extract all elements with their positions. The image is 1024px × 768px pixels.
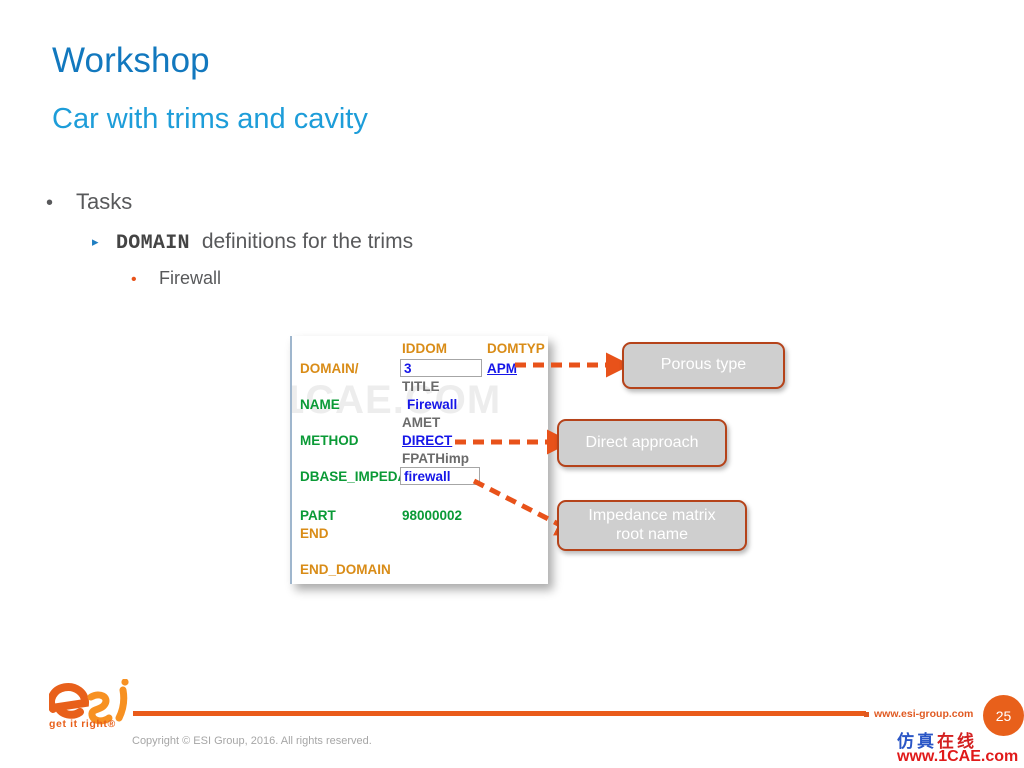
code-label-method: METHOD	[300, 433, 359, 448]
bullet-level3-firewall: • Firewall	[131, 268, 221, 289]
callout-direct-approach-label: Direct approach	[585, 433, 699, 451]
bullet-level2-label: definitions for the trims	[201, 230, 414, 253]
callout-porous-type-label: Porous type	[660, 356, 747, 374]
code-label-end: END	[300, 526, 329, 541]
callout-porous-type: Porous type	[622, 342, 785, 389]
iddom-input-value: 3	[404, 361, 412, 376]
iddom-input[interactable]: 3	[400, 359, 482, 377]
code-header-domtyp: DOMTYP	[487, 341, 545, 356]
method-link-direct[interactable]: DIRECT	[402, 433, 452, 448]
code-header-iddom: IDDOM	[402, 341, 447, 356]
code-value-name: Firewall	[407, 397, 458, 412]
callout-impedance-line2: root name	[615, 525, 689, 543]
esi-website-link[interactable]: www.esi-group.com	[874, 708, 973, 720]
slide-canvas: Workshop Car with trims and cavity • Task…	[0, 0, 1024, 768]
page-subtitle: Car with trims and cavity	[52, 103, 368, 135]
bullet-level2-code: DOMAIN	[116, 232, 190, 255]
bullet-dot-orange-icon: •	[131, 271, 137, 288]
fpathimp-input-value: firewall	[404, 469, 451, 484]
fpathimp-input[interactable]: firewall	[400, 467, 480, 485]
code-label-domain: DOMAIN/	[300, 361, 359, 376]
code-header-fpathimp: FPATHimp	[402, 451, 469, 466]
copyright-text: Copyright © ESI Group, 2016. All rights …	[132, 735, 372, 747]
watermark-url: www.1CAE.com	[897, 748, 1019, 765]
domain-definition-panel: 1CAE.COM IDDOM DOMTYP DOMAIN/ 3 APM TITL…	[290, 336, 548, 584]
bullet-level2-domain: ▸ DOMAIN definitions for the trims	[92, 230, 413, 255]
page-title: Workshop	[52, 41, 210, 80]
code-label-part: PART	[300, 508, 336, 523]
code-header-amet: AMET	[402, 415, 441, 430]
footer-divider	[133, 711, 866, 716]
bullet-level1-tasks: • Tasks	[46, 189, 132, 215]
bullet-level1-label: Tasks	[76, 189, 133, 214]
code-label-end-domain: END_DOMAIN	[300, 562, 391, 577]
esi-logo-tagline: get it right®	[49, 718, 116, 730]
code-label-dbase-imped: DBASE_IMPEDA	[300, 469, 408, 484]
bullet-level3-label: Firewall	[159, 268, 222, 288]
code-label-name: NAME	[300, 397, 340, 412]
code-value-part: 98000002	[402, 508, 463, 523]
code-header-title: TITLE	[402, 379, 440, 394]
square-bullet-icon	[864, 712, 869, 717]
callout-impedance-matrix: Impedance matrix root name	[557, 500, 747, 551]
triangle-right-icon: ▸	[92, 234, 99, 249]
page-number-label: 25	[995, 707, 1012, 724]
callout-impedance-line1: Impedance matrix	[588, 506, 716, 524]
callout-direct-approach: Direct approach	[557, 419, 727, 467]
bullet-dot-icon: •	[46, 192, 54, 214]
page-number-badge: 25	[983, 695, 1024, 736]
domtyp-link-apm[interactable]: APM	[487, 361, 517, 376]
